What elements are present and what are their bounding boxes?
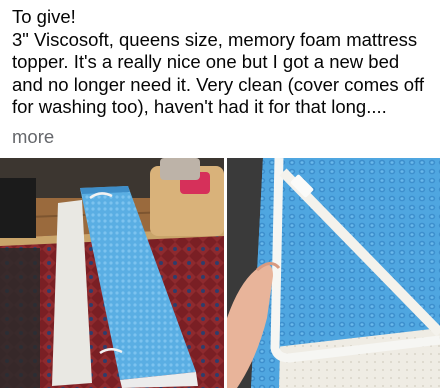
photo-rolled-topper bbox=[0, 158, 224, 388]
post-line: for washing too), haven't had it for tha… bbox=[12, 96, 387, 118]
post-line: topper. It's a really nice one but I got… bbox=[12, 51, 400, 73]
post-line: 3" Viscosoft, queens size, memory foam m… bbox=[12, 28, 418, 50]
post-line: To give! bbox=[12, 6, 76, 27]
see-more-link[interactable]: more bbox=[12, 126, 54, 148]
post-message: To give! 3" Viscosoft, queens size, memo… bbox=[12, 6, 436, 119]
photo-topper-corner bbox=[227, 158, 440, 388]
post-line: and no longer need it. Very clean (cover… bbox=[12, 73, 425, 95]
post-photo-left[interactable] bbox=[0, 158, 224, 388]
post-photo-right[interactable] bbox=[227, 158, 440, 388]
